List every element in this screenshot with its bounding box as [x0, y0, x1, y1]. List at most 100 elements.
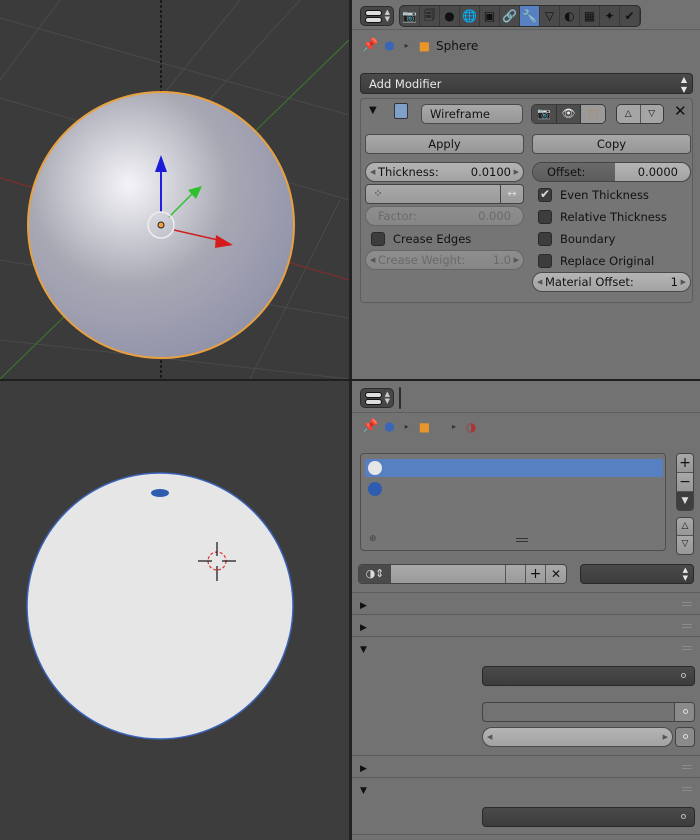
link-data-dropdown[interactable]: ▲ ▼ [580, 564, 694, 584]
invert-vertex-group-icon[interactable]: ↔ [501, 185, 523, 203]
strength-field[interactable]: ◀ ▶ [482, 727, 673, 747]
offset-slider[interactable]: Offset: 0.0000 [532, 162, 691, 182]
factor-value: 0.000 [478, 209, 511, 223]
remove-slot-minus-icon[interactable]: − [677, 473, 693, 492]
panel-custom-properties[interactable]: ▶ [352, 592, 700, 614]
add-slot-plus-icon[interactable]: + [677, 454, 693, 473]
add-modifier-menu[interactable]: Add Modifier ▲ ▼ [360, 73, 693, 94]
material-name-input[interactable] [391, 565, 506, 583]
tab-world-icon[interactable]: 🌐 [460, 6, 480, 26]
filter-options-icon[interactable]: ⊕ [369, 534, 377, 544]
slot-specials-menu-icon[interactable]: ▼ [677, 492, 693, 510]
thickness-field[interactable]: ◀ Thickness: 0.0100 ▶ [365, 162, 524, 182]
material-offset-field[interactable]: ◀ Material Offset: 1 ▶ [532, 272, 691, 292]
color-swatch[interactable] [483, 703, 674, 721]
material-sphere-icon: ◑ [466, 419, 477, 434]
properties-editor-modifiers: ▲ ▼ 📷 🗐 ● 🌐 ▣ 🔗 🔧 ▽ ◐ ▦ ✦ ✔ 📌 ⬢ ▸ ■ Sphere Add Modif… [352, 0, 700, 379]
drag-grip-icon[interactable] [682, 624, 692, 628]
breadcrumb-object: Sphere [436, 38, 479, 53]
drag-grip-icon[interactable] [682, 602, 692, 606]
surface-shader-dropdown[interactable] [482, 666, 695, 686]
color-field[interactable] [482, 702, 695, 722]
material-offset-value: 1 [670, 275, 678, 289]
panel-displacement[interactable]: ▼ [352, 777, 700, 799]
browse-material-icon[interactable]: ◑⇕ [359, 565, 391, 583]
decrement-arrow-icon[interactable]: ◀ [370, 163, 375, 181]
boundary-label: Boundary [560, 232, 616, 246]
decrement-arrow-icon[interactable]: ◀ [487, 728, 492, 746]
render-toggle-icon[interactable]: 📷 [532, 105, 556, 123]
material-slot-list[interactable]: ⊕ [360, 453, 666, 551]
drag-grip-icon[interactable] [682, 646, 692, 650]
tab-constraints-icon[interactable]: 🔗 [500, 6, 520, 26]
thickness-label: Thickness: [378, 165, 439, 179]
increment-arrow-icon[interactable]: ▶ [681, 273, 686, 291]
material-datablock-field[interactable]: ◑⇕ + ✕ [358, 564, 567, 584]
crease-edges-checkbox[interactable] [371, 232, 385, 246]
sphere-pole [151, 489, 169, 497]
color-socket-button[interactable] [674, 703, 694, 721]
relative-thickness-checkbox[interactable] [538, 210, 552, 224]
replace-original-checkbox[interactable] [538, 254, 552, 268]
decrement-arrow-icon[interactable]: ◀ [370, 251, 375, 269]
new-material-plus-icon[interactable]: + [526, 565, 546, 583]
viewport-toggle-eye-icon[interactable]: 👁 [555, 105, 581, 123]
material-slot-row[interactable] [365, 480, 663, 498]
crease-weight-field[interactable]: ◀ Crease Weight: 1.0 ▶ [365, 250, 524, 270]
apply-button[interactable]: Apply [365, 134, 524, 154]
remove-modifier-close-icon[interactable]: ✕ [674, 102, 687, 120]
list-resize-grip-icon[interactable] [516, 538, 528, 542]
increment-arrow-icon[interactable]: ▶ [514, 251, 519, 269]
breadcrumb-separator-icon: ▸ [452, 422, 457, 431]
tab-data-mesh-icon[interactable]: ▽ [540, 6, 560, 26]
panel-volume[interactable]: ▶ [352, 755, 700, 777]
collapse-triangle-icon[interactable]: ▼ [369, 105, 377, 116]
breadcrumb: 📌 ⬢ ▸ ■ ▸ ◑ [362, 419, 483, 434]
move-slot-down-icon[interactable]: ▽ [677, 536, 693, 554]
material-slot-row-selected[interactable] [365, 459, 663, 477]
vertex-group-field[interactable]: ⁘ ↔ [365, 184, 524, 204]
3d-viewport-render[interactable] [0, 381, 349, 840]
replace-original-label: Replace Original [560, 254, 655, 268]
panel-surface[interactable]: ▼ [352, 636, 700, 658]
tab-modifiers-wrench-icon[interactable]: 🔧 [520, 6, 540, 26]
tab-scene-icon[interactable]: ● [440, 6, 460, 26]
tab-particles-icon[interactable]: ✦ [600, 6, 620, 26]
tab-render-icon[interactable]: 📷 [400, 6, 420, 26]
context-tabs [399, 387, 401, 409]
tab-texture-icon[interactable]: ▦ [580, 6, 600, 26]
drag-grip-icon[interactable] [682, 765, 692, 769]
object-cube-icon: ■ [418, 419, 431, 434]
fake-user-button[interactable] [506, 565, 526, 583]
breadcrumb: 📌 ⬢ ▸ ■ Sphere [362, 38, 478, 53]
move-up-icon[interactable]: △ [617, 105, 640, 123]
editor-type-button[interactable]: ▲ ▼ [360, 388, 394, 408]
editmode-toggle-icon[interactable]: ⬚ [580, 105, 605, 123]
tab-render-layers-icon[interactable]: 🗐 [420, 6, 440, 26]
tab-object-icon[interactable]: ▣ [480, 6, 500, 26]
move-down-icon[interactable]: ▽ [639, 105, 663, 123]
even-thickness-checkbox[interactable] [538, 187, 552, 202]
modifier-name-field[interactable]: Wireframe [421, 104, 523, 124]
wireframe-sphere[interactable] [26, 472, 294, 740]
panel-preview[interactable]: ▶ [352, 614, 700, 636]
tab-physics-icon[interactable]: ✔ [620, 6, 640, 26]
increment-arrow-icon[interactable]: ▶ [663, 728, 668, 746]
pin-icon[interactable]: 📌 [362, 38, 378, 53]
decrement-arrow-icon[interactable]: ◀ [537, 273, 542, 291]
strength-socket-button[interactable] [675, 727, 695, 747]
3d-viewport-solid[interactable] [0, 0, 349, 379]
tab-material-icon[interactable]: ◐ [560, 6, 580, 26]
editor-type-button[interactable]: ▲ ▼ [360, 6, 394, 26]
move-slot-up-icon[interactable]: △ [677, 518, 693, 536]
unlink-material-x-icon[interactable]: ✕ [546, 565, 566, 583]
boundary-checkbox[interactable] [538, 232, 552, 246]
copy-label: Copy [596, 137, 627, 151]
displacement-dropdown[interactable] [482, 807, 695, 827]
pin-icon[interactable]: 📌 [362, 419, 378, 434]
increment-arrow-icon[interactable]: ▶ [514, 163, 519, 181]
drag-grip-icon[interactable] [682, 787, 692, 791]
crease-weight-label: Crease Weight: [378, 253, 466, 267]
factor-field[interactable]: Factor: 0.000 [365, 206, 524, 226]
copy-button[interactable]: Copy [532, 134, 691, 154]
